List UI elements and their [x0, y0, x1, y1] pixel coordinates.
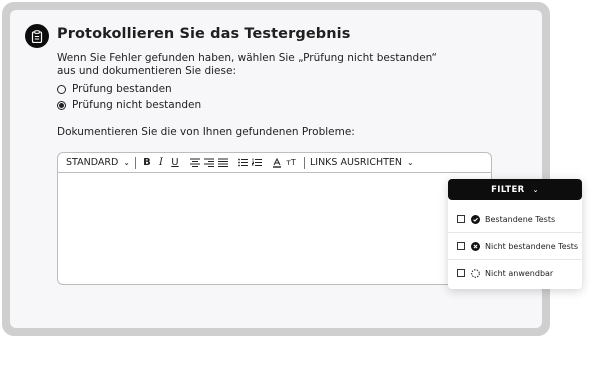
editor-text-area[interactable] — [58, 173, 491, 285]
radio-option-passed[interactable]: Prüfung bestanden — [57, 83, 172, 95]
filter-option-label: Nicht bestandene Tests — [485, 241, 579, 251]
paragraph-style-value: STANDARD — [66, 157, 119, 168]
check-circle-icon — [471, 214, 480, 224]
filter-option-failed[interactable]: Nicht bestandene Tests — [448, 233, 582, 260]
alignment-value: LINKS AUSRICHTEN — [309, 157, 403, 168]
radio-label: Prüfung bestanden — [72, 83, 172, 95]
filter-button[interactable]: FILTER ⌄ — [448, 179, 582, 200]
toolbar-divider — [303, 156, 305, 169]
clipboard-icon — [25, 24, 49, 48]
filter-option-na[interactable]: Nicht anwendbar — [448, 260, 582, 286]
paragraph-style-select[interactable]: STANDARD ⌄ — [66, 157, 130, 168]
dashed-circle-icon — [471, 268, 480, 278]
text-color-icon[interactable] — [271, 156, 283, 170]
radio-button[interactable] — [57, 84, 66, 94]
problems-label: Dokumentieren Sie die von Ihnen gefunden… — [57, 126, 355, 138]
instruction-text: Wenn Sie Fehler gefunden haben, wählen S… — [57, 52, 437, 77]
rich-text-editor: STANDARD ⌄ B I U ᴛT LINKS AUSRICHTEN ⌄ — [57, 152, 492, 285]
italic-button[interactable]: I — [155, 156, 167, 170]
align-center-icon[interactable] — [189, 156, 201, 170]
checkbox[interactable] — [457, 215, 465, 223]
bold-button[interactable]: B — [141, 156, 153, 170]
checkbox[interactable] — [457, 269, 465, 277]
chevron-down-icon: ⌄ — [532, 185, 539, 194]
align-justify-icon[interactable] — [217, 156, 229, 170]
filter-option-label: Bestandene Tests — [485, 214, 556, 224]
filter-button-label: FILTER — [491, 184, 525, 195]
x-circle-icon — [471, 241, 480, 251]
radio-option-failed[interactable]: Prüfung nicht bestanden — [57, 99, 201, 111]
numbered-list-icon[interactable] — [251, 156, 263, 170]
align-right-icon[interactable] — [203, 156, 215, 170]
chevron-down-icon: ⌄ — [123, 158, 130, 167]
text-size-button[interactable]: ᴛT — [285, 156, 297, 170]
bullet-list-icon[interactable] — [237, 156, 249, 170]
alignment-select[interactable]: LINKS AUSRICHTEN ⌄ — [310, 157, 414, 168]
checkbox[interactable] — [457, 242, 465, 250]
radio-label: Prüfung nicht bestanden — [72, 99, 202, 111]
filter-option-label: Nicht anwendbar — [485, 268, 554, 278]
page-title: Protokollieren Sie das Testergebnis — [57, 26, 351, 42]
filter-dropdown: FILTER ⌄ Bestandene Tests Nicht bestande… — [448, 179, 582, 289]
toolbar-divider — [134, 156, 136, 169]
editor-toolbar: STANDARD ⌄ B I U ᴛT LINKS AUSRICHTEN ⌄ — [58, 153, 491, 173]
filter-option-passed[interactable]: Bestandene Tests — [448, 206, 582, 233]
underline-button[interactable]: U — [169, 156, 181, 170]
chevron-down-icon: ⌄ — [407, 158, 414, 167]
radio-button-selected[interactable] — [57, 100, 66, 110]
